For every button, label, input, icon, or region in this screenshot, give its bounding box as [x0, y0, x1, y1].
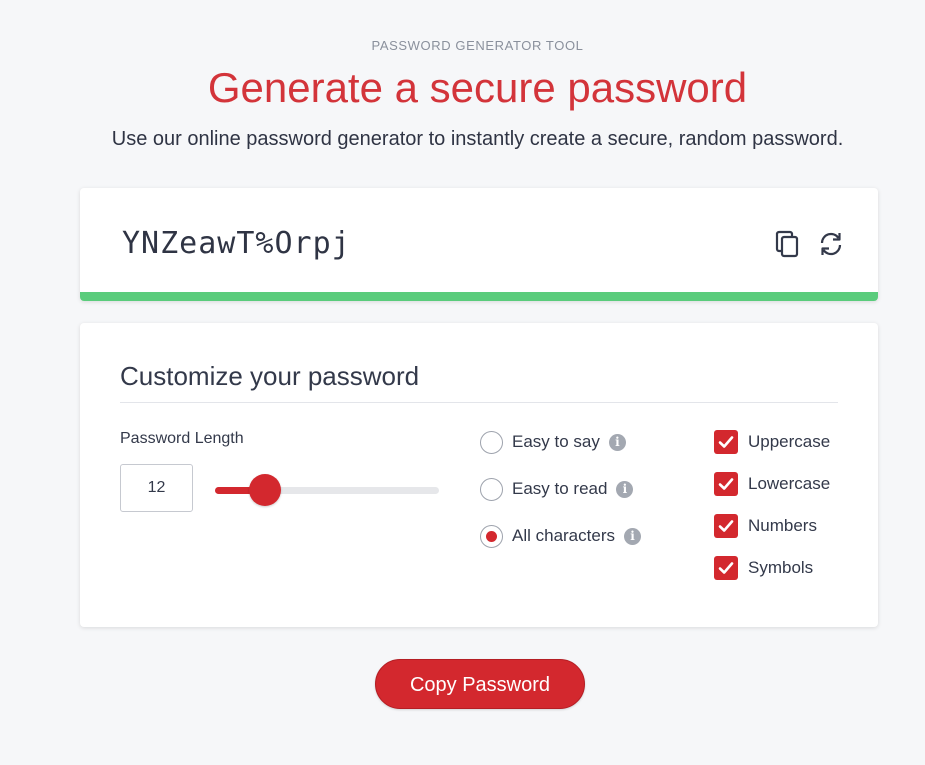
checkbox-numbers[interactable]: Numbers — [714, 513, 817, 539]
checkbox-symbols[interactable]: Symbols — [714, 555, 813, 581]
checkbox-lowercase[interactable]: Lowercase — [714, 471, 830, 497]
customize-title: Customize your password — [120, 361, 420, 391]
info-icon[interactable]: i — [608, 433, 626, 451]
radio-button[interactable] — [480, 477, 503, 501]
customize-card: Customize your password Password Length … — [80, 323, 878, 627]
page-subtitle: Use our online password generator to ins… — [111, 128, 844, 150]
password-length-label: Password Length — [120, 430, 244, 447]
refresh-icon[interactable] — [816, 229, 846, 259]
radio-button[interactable] — [480, 430, 503, 454]
radio-all-characters[interactable]: All characters i — [480, 523, 641, 549]
info-icon[interactable]: i — [616, 480, 634, 498]
checkbox-label: Uppercase — [748, 432, 831, 451]
divider — [120, 402, 838, 403]
checkbox-label: Symbols — [748, 558, 814, 577]
checkmark-icon — [718, 436, 734, 448]
eyebrow-label: PASSWORD GENERATOR TOOL — [371, 38, 584, 53]
generated-password: YNZeawT%Orpj — [122, 226, 351, 261]
password-display-card: YNZeawT%Orpj — [80, 188, 878, 301]
copy-password-button[interactable]: Copy Password — [375, 659, 585, 709]
checkbox[interactable] — [714, 472, 738, 496]
password-length-input[interactable] — [120, 464, 193, 512]
radio-easy-to-read[interactable]: Easy to read i — [480, 476, 634, 502]
checkmark-icon — [718, 520, 734, 532]
radio-label: Easy to say — [512, 432, 600, 451]
checkbox-label: Lowercase — [748, 474, 831, 493]
checkbox[interactable] — [714, 430, 738, 454]
info-icon[interactable]: i — [623, 527, 641, 545]
checkbox[interactable] — [714, 514, 738, 538]
radio-label: Easy to read — [512, 479, 608, 498]
checkbox-uppercase[interactable]: Uppercase — [714, 429, 830, 455]
radio-easy-to-say[interactable]: Easy to say i — [480, 429, 626, 455]
radio-button[interactable] — [480, 524, 503, 548]
checkbox-label: Numbers — [748, 516, 817, 535]
checkbox[interactable] — [714, 556, 738, 580]
radio-label: All characters — [512, 526, 615, 545]
length-slider-thumb[interactable] — [249, 474, 282, 506]
strength-bar — [80, 292, 878, 301]
checkmark-icon — [718, 478, 734, 490]
copy-icon[interactable] — [773, 229, 803, 259]
checkmark-icon — [718, 562, 734, 574]
page-title: Generate a secure password — [207, 64, 748, 111]
